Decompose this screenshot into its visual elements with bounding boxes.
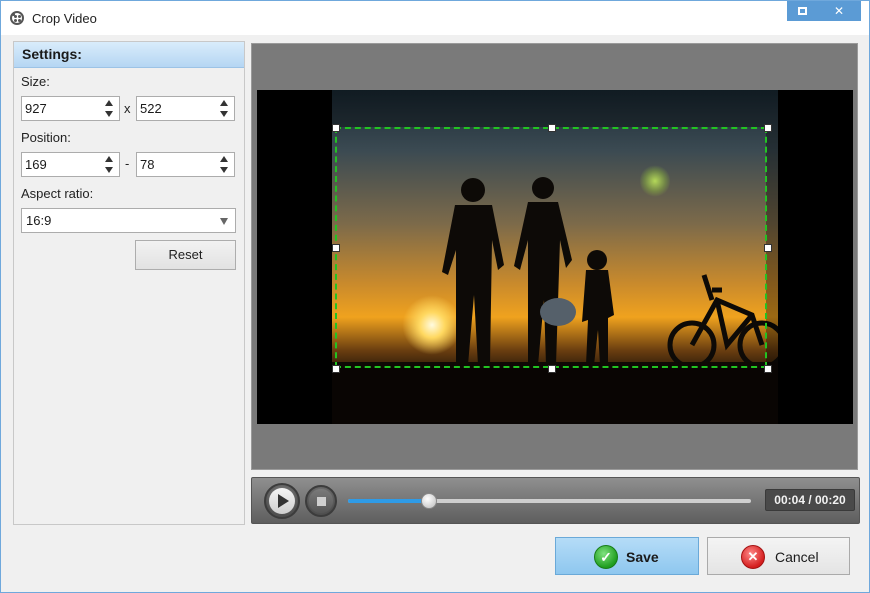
position-y-value: 78 <box>140 157 155 172</box>
spin-arrows-icon[interactable] <box>220 156 228 173</box>
aspect-ratio-label: Aspect ratio: <box>21 186 94 201</box>
position-y-stepper[interactable]: 78 <box>136 152 235 177</box>
size-width-value: 927 <box>25 101 47 116</box>
play-icon <box>278 494 289 508</box>
outside-crop-shade <box>332 90 778 127</box>
size-label: Size: <box>21 74 50 89</box>
size-height-stepper[interactable]: 522 <box>136 96 235 121</box>
close-icon: ✕ <box>833 4 845 18</box>
seek-bar-progress <box>348 499 429 503</box>
size-width-stepper[interactable]: 927 <box>21 96 120 121</box>
crop-handle-top[interactable] <box>548 124 556 132</box>
settings-header: Settings: <box>14 42 244 68</box>
maximize-icon <box>797 7 807 15</box>
crop-handle-bottom[interactable] <box>548 365 556 373</box>
save-label: Save <box>626 549 659 565</box>
crop-handle-top-right[interactable] <box>764 124 772 132</box>
film-reel-icon <box>10 11 24 25</box>
crop-handle-bottom-right[interactable] <box>764 365 772 373</box>
window-title: Crop Video <box>32 11 97 26</box>
video-preview-frame <box>251 43 858 470</box>
close-button[interactable]: ✕ <box>817 1 861 21</box>
size-height-value: 522 <box>140 101 162 116</box>
crop-handle-left[interactable] <box>332 244 340 252</box>
crop-handle-right[interactable] <box>764 244 772 252</box>
spin-arrows-icon[interactable] <box>105 156 113 173</box>
cancel-button[interactable]: ✕ Cancel <box>707 537 850 575</box>
stop-button[interactable] <box>305 485 337 517</box>
position-x-value: 169 <box>25 157 47 172</box>
dropdown-arrow-icon <box>220 218 228 225</box>
save-button[interactable]: ✓ Save <box>555 537 699 575</box>
maximize-button[interactable] <box>787 1 817 21</box>
crop-handle-bottom-left[interactable] <box>332 365 340 373</box>
spin-arrows-icon[interactable] <box>220 100 228 117</box>
stop-icon <box>316 496 326 506</box>
cancel-label: Cancel <box>775 549 819 565</box>
position-label: Position: <box>21 130 71 145</box>
play-button[interactable] <box>264 483 300 519</box>
cancel-x-icon: ✕ <box>741 545 765 569</box>
spin-arrows-icon[interactable] <box>105 100 113 117</box>
aspect-ratio-value: 16:9 <box>26 213 52 228</box>
title-bar: Crop Video ✕ <box>1 1 869 35</box>
crop-handle-top-left[interactable] <box>332 124 340 132</box>
player-controls: 00:04 / 00:20 <box>251 477 860 524</box>
seek-bar[interactable] <box>348 493 751 509</box>
position-x-stepper[interactable]: 169 <box>21 152 120 177</box>
crop-video-window: Crop Video ✕ Settings: Size: 927 x 522 P… <box>0 0 870 593</box>
reset-button[interactable]: Reset <box>135 240 236 270</box>
time-display: 00:04 / 00:20 <box>765 489 855 511</box>
outside-crop-shade <box>332 368 778 424</box>
crop-selection[interactable] <box>332 124 772 373</box>
aspect-ratio-select[interactable]: 16:9 <box>21 208 236 233</box>
video-canvas <box>257 90 853 424</box>
checkmark-icon: ✓ <box>594 545 618 569</box>
position-separator: - <box>125 156 130 171</box>
size-separator: x <box>124 101 131 116</box>
settings-panel: Settings: Size: 927 x 522 Position: 169 … <box>13 41 245 525</box>
seek-thumb[interactable] <box>420 493 437 509</box>
